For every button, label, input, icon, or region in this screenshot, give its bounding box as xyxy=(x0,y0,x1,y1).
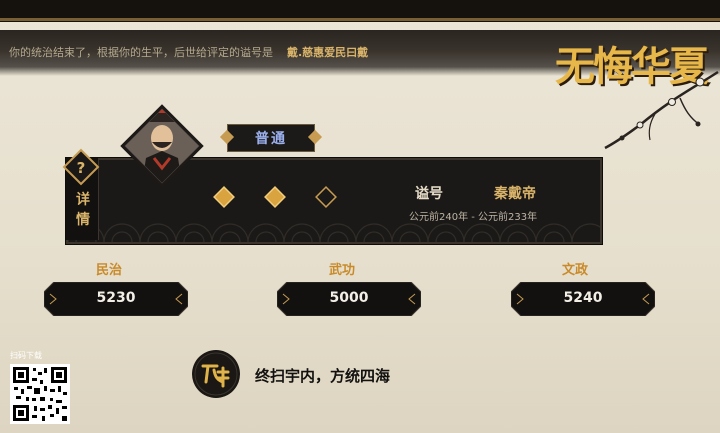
rating-gem-filled-icon xyxy=(264,186,286,208)
rating-gem-filled-icon xyxy=(213,186,235,208)
difficulty-badge: 普通 xyxy=(227,124,315,152)
motto-text: 终扫宇内，方统四海 xyxy=(255,367,391,385)
game-seal-logo xyxy=(192,350,240,398)
reign-period: 公元前240年 - 公元前233年 xyxy=(409,212,538,223)
difficulty-label: 普通 xyxy=(255,131,287,147)
plum-branch-decoration xyxy=(604,70,719,150)
stat-label-wugong: 武功 xyxy=(329,263,356,278)
posthumous-title-value: 秦戴帝 xyxy=(494,186,536,202)
epitaph-line: 你的统治结束了，根据你的生平，后世给评定的谥号是 戴.慈惠爱民曰戴 xyxy=(9,44,368,60)
detail-label: 详情 xyxy=(76,192,90,228)
posthumous-name: 戴.慈惠爱民曰戴 xyxy=(287,46,369,59)
stat-value-wugong: 5000 xyxy=(329,290,369,306)
emperor-portrait xyxy=(120,104,204,188)
question-icon[interactable]: ? xyxy=(62,148,100,186)
svg-text:?: ? xyxy=(77,159,86,177)
qr-label: 扫码下载 xyxy=(10,351,42,360)
stat-value-minzhi: 5230 xyxy=(96,290,136,306)
rating-gem-empty-icon xyxy=(315,186,337,208)
stat-label-minzhi: 民治 xyxy=(96,263,123,278)
stat-label-wenzheng: 文政 xyxy=(562,263,589,278)
epitaph-text: 你的统治结束了，根据你的生平，后世给评定的谥号是 xyxy=(9,46,273,59)
posthumous-title-label: 谥号 xyxy=(415,186,443,202)
stat-value-wenzheng: 5240 xyxy=(563,290,603,306)
top-bar-trim xyxy=(0,18,720,21)
qr-code[interactable] xyxy=(10,364,70,424)
